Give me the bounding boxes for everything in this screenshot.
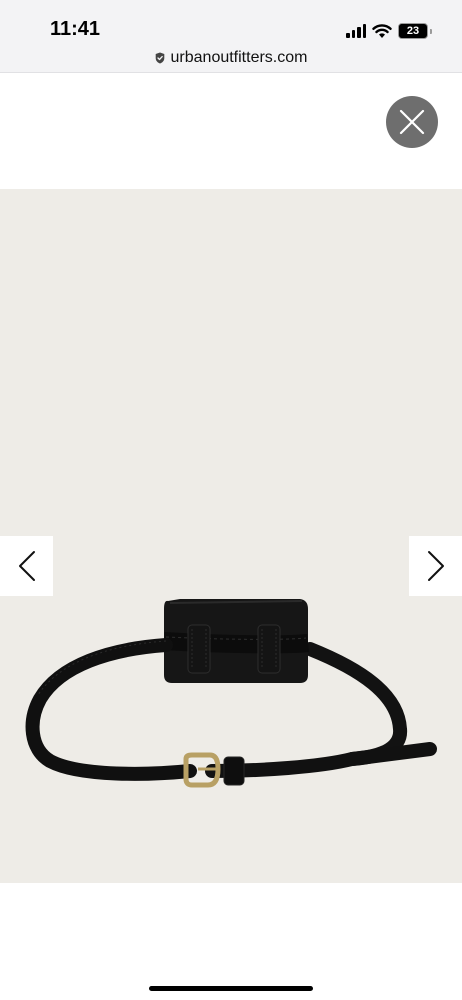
wifi-icon (372, 23, 392, 38)
battery-tip (430, 28, 432, 34)
status-bar: 11:41 23 (0, 0, 462, 44)
battery-icon: 23 (398, 23, 428, 39)
belt-bag-illustration (25, 599, 437, 788)
shield-icon (155, 52, 164, 64)
cellular-signal-icon (346, 24, 366, 38)
battery-level: 23 (406, 25, 420, 37)
chevron-left-icon (18, 551, 35, 581)
close-icon (399, 109, 425, 135)
strap-front (163, 632, 309, 654)
belt-keeper (223, 756, 245, 786)
url-bar[interactable]: urbanoutfitters.com (0, 44, 462, 73)
home-indicator[interactable] (149, 986, 313, 991)
close-button[interactable] (386, 96, 438, 148)
next-image-button[interactable] (409, 536, 462, 596)
belt-loop-right (257, 624, 281, 674)
chevron-right-icon (427, 551, 444, 581)
strap-right (303, 642, 408, 766)
product-image (0, 189, 462, 883)
belt-loop-left (187, 624, 211, 674)
strap-tail (205, 742, 437, 778)
status-icons: 23 (346, 20, 432, 42)
status-time: 11:41 (50, 18, 101, 40)
previous-image-button[interactable] (0, 536, 53, 596)
url-text: urbanoutfitters.com (170, 49, 308, 66)
